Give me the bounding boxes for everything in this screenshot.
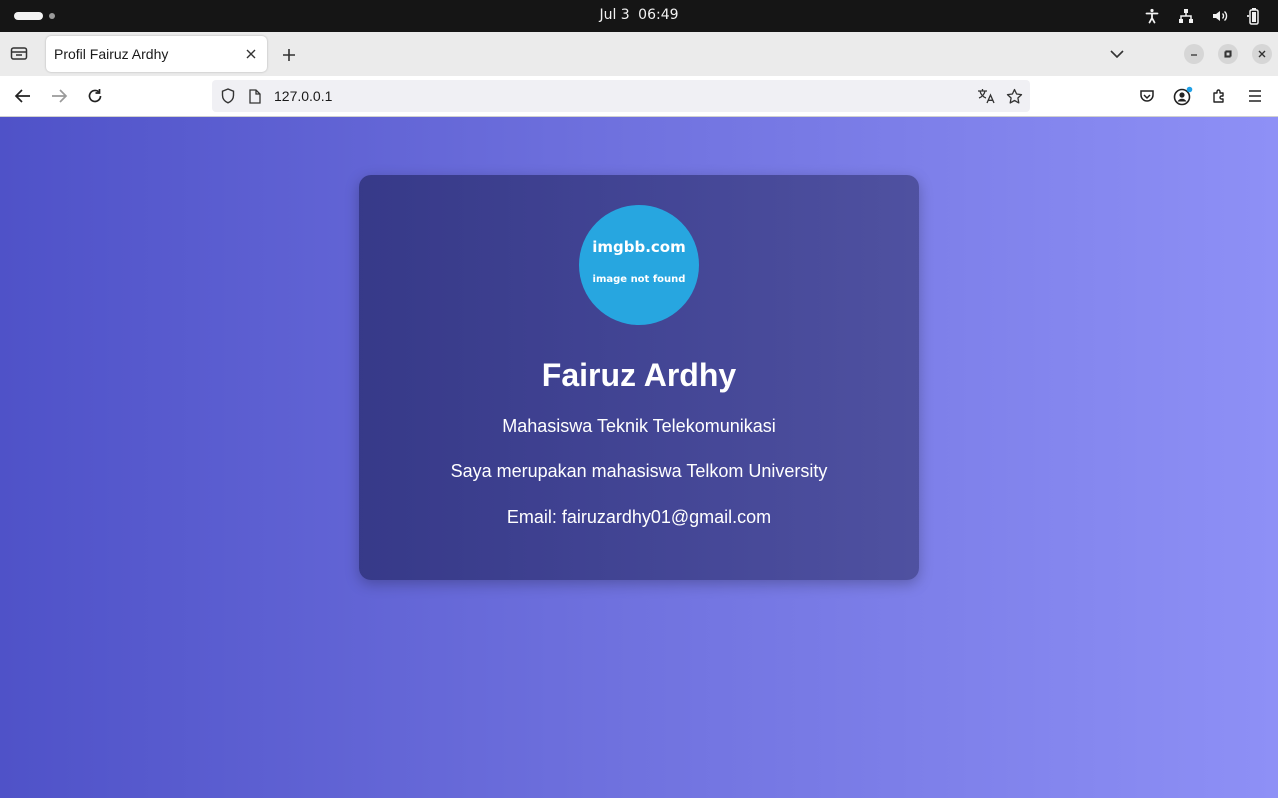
tab-strip: Profil Fairuz Ardhy	[0, 32, 1278, 76]
tab-title: Profil Fairuz Ardhy	[54, 46, 169, 62]
battery-icon[interactable]	[1244, 6, 1264, 26]
back-arrow-icon[interactable]	[12, 85, 34, 107]
pocket-icon[interactable]	[1136, 85, 1158, 107]
avatar-error-text: image not found	[592, 274, 686, 285]
new-tab-icon[interactable]	[278, 44, 300, 66]
minimize-icon[interactable]	[1184, 44, 1204, 64]
system-top-bar: Jul 3 06:49	[0, 0, 1278, 32]
profile-bio: Saya merupakan mahasiswa Telkom Universi…	[450, 461, 828, 481]
profile-title: Mahasiswa Teknik Telekomunikasi	[502, 416, 776, 436]
page-background: imgbb.com image not found Fairuz Ardhy M…	[0, 117, 1278, 798]
account-icon[interactable]	[1172, 85, 1194, 107]
tab-overview-icon[interactable]	[8, 42, 30, 64]
extensions-icon[interactable]	[1208, 85, 1230, 107]
url-bar[interactable]: 127.0.0.1	[212, 80, 1030, 112]
bookmark-star-icon[interactable]	[1005, 87, 1023, 105]
shield-icon[interactable]	[219, 87, 237, 105]
close-tab-icon[interactable]	[243, 46, 259, 62]
forward-arrow-icon[interactable]	[48, 85, 70, 107]
menu-hamburger-icon[interactable]	[1244, 85, 1266, 107]
url-text: 127.0.0.1	[274, 88, 333, 104]
reload-icon[interactable]	[84, 85, 106, 107]
translate-icon[interactable]	[977, 87, 995, 105]
clock-date: Jul 3	[599, 7, 630, 23]
profile-name: Fairuz Ardhy	[541, 357, 737, 393]
volume-icon[interactable]	[1210, 6, 1230, 26]
network-icon[interactable]	[1176, 6, 1196, 26]
navigation-toolbar: 127.0.0.1	[0, 76, 1278, 117]
close-window-icon[interactable]	[1252, 44, 1272, 64]
system-tray[interactable]	[1142, 6, 1264, 26]
profile-card: imgbb.com image not found Fairuz Ardhy M…	[359, 175, 919, 580]
restore-icon[interactable]	[1218, 44, 1238, 64]
clock-time: 06:49	[638, 7, 679, 23]
page-icon[interactable]	[246, 87, 264, 105]
active-tab[interactable]: Profil Fairuz Ardhy	[46, 36, 267, 72]
profile-email: Email: fairuzardhy01@gmail.com	[506, 507, 772, 527]
list-all-tabs-icon[interactable]	[1107, 44, 1127, 64]
profile-avatar: imgbb.com image not found	[579, 205, 699, 325]
avatar-brand-text: imgbb.com	[592, 238, 686, 256]
accessibility-icon[interactable]	[1142, 6, 1162, 26]
clock[interactable]: Jul 3 06:49	[0, 7, 1278, 23]
